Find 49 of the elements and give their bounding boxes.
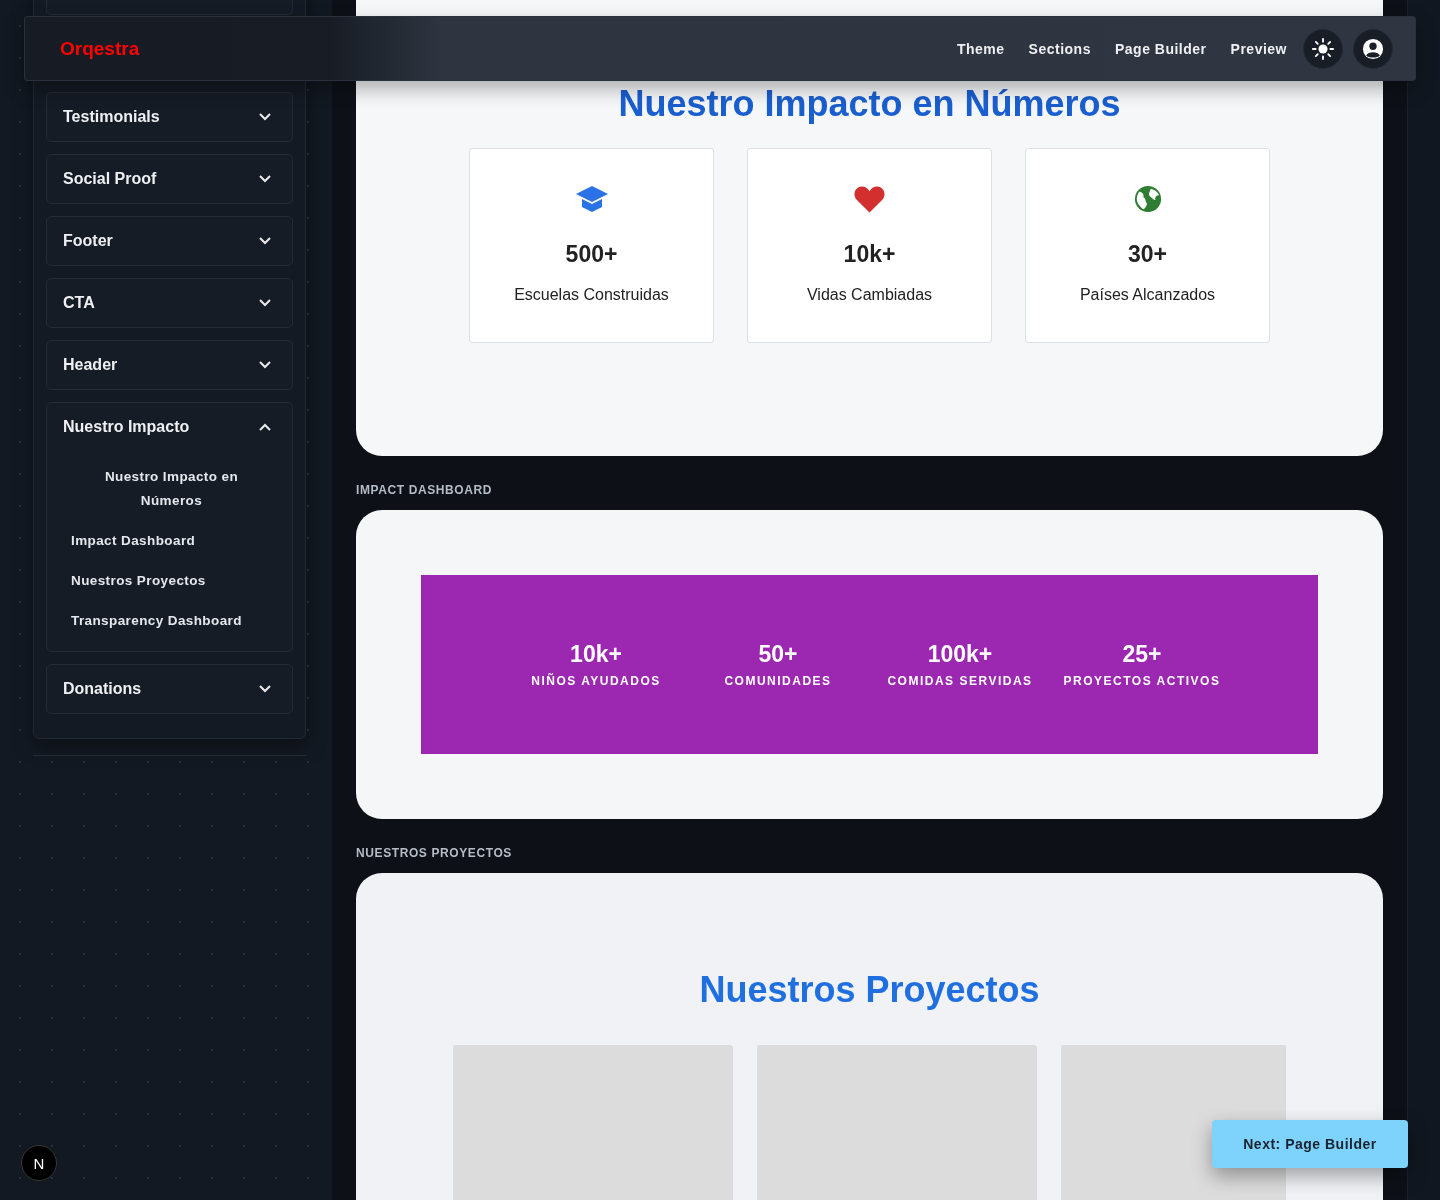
section-toggle[interactable]: Nuestro Impacto: [47, 403, 292, 451]
chevron-down-icon: [259, 361, 271, 369]
next-button[interactable]: Next: Page Builder: [1212, 1120, 1408, 1168]
section-toggle[interactable]: CTA: [47, 279, 292, 327]
stat-label: COMIDAS SERVIDAS: [887, 674, 1033, 688]
stat-label: COMUNIDADES: [724, 674, 832, 688]
graduation-cap-icon: [575, 185, 608, 213]
section-link[interactable]: Nuestro Impacto en Números: [71, 461, 272, 521]
nav-link[interactable]: Page Builder: [1114, 40, 1207, 57]
stat-value: 10k+: [570, 641, 622, 668]
theme-toggle-button[interactable]: [1303, 28, 1343, 69]
section-toggle[interactable]: Testimonials: [47, 93, 292, 141]
section-heading: Nuestros Proyectos: [698, 969, 1041, 1011]
stat-value: 25+: [1122, 641, 1162, 668]
globe-icon: [1132, 185, 1163, 213]
nav-link[interactable]: Preview: [1230, 40, 1287, 57]
stat-value: 30+: [1128, 241, 1167, 268]
logo[interactable]: Orqestra: [60, 37, 140, 60]
stat-value: 10k+: [843, 241, 896, 268]
section-toggle[interactable]: Social Proof: [47, 155, 292, 203]
stat-label: NIÑOS AYUDADOS: [531, 674, 661, 688]
stat-value: 500+: [565, 241, 618, 268]
section-toggle[interactable]: Header: [47, 341, 292, 389]
stat-value: 100k+: [927, 641, 993, 668]
nav-link[interactable]: Sections: [1028, 40, 1091, 57]
nav-link[interactable]: Theme: [957, 40, 1005, 57]
chevron-down-icon: [259, 113, 271, 121]
stat-label: Países Alcanzados: [1079, 286, 1216, 304]
stat-value: 50+: [758, 641, 798, 668]
sun-icon: [1312, 37, 1334, 60]
chevron-down-icon: [259, 685, 271, 693]
chevron-down-icon: [259, 237, 271, 245]
stat-label: PROYECTOS ACTIVOS: [1063, 674, 1221, 688]
section-link[interactable]: Transparency Dashboard: [71, 601, 272, 641]
stat-label: Vidas Cambiadas: [806, 286, 933, 304]
section-link[interactable]: Nuestros Proyectos: [71, 561, 272, 601]
chevron-down-icon: [259, 299, 271, 307]
section-label: NUESTROS PROYECTOS: [356, 846, 513, 860]
account-button[interactable]: [1353, 28, 1393, 69]
section-toggle[interactable]: Footer: [47, 217, 292, 265]
chevron-up-icon: [259, 423, 271, 431]
section-heading: Nuestro Impacto en Números: [617, 83, 1122, 125]
section-link[interactable]: Impact Dashboard: [71, 521, 272, 561]
section-toggle[interactable]: Donations: [47, 665, 292, 713]
user-avatar-icon: [1362, 37, 1384, 60]
stat-label: Escuelas Construidas: [514, 286, 669, 304]
heart-icon: [854, 185, 885, 213]
section-label: IMPACT DASHBOARD: [356, 483, 494, 497]
chevron-down-icon: [259, 175, 271, 183]
